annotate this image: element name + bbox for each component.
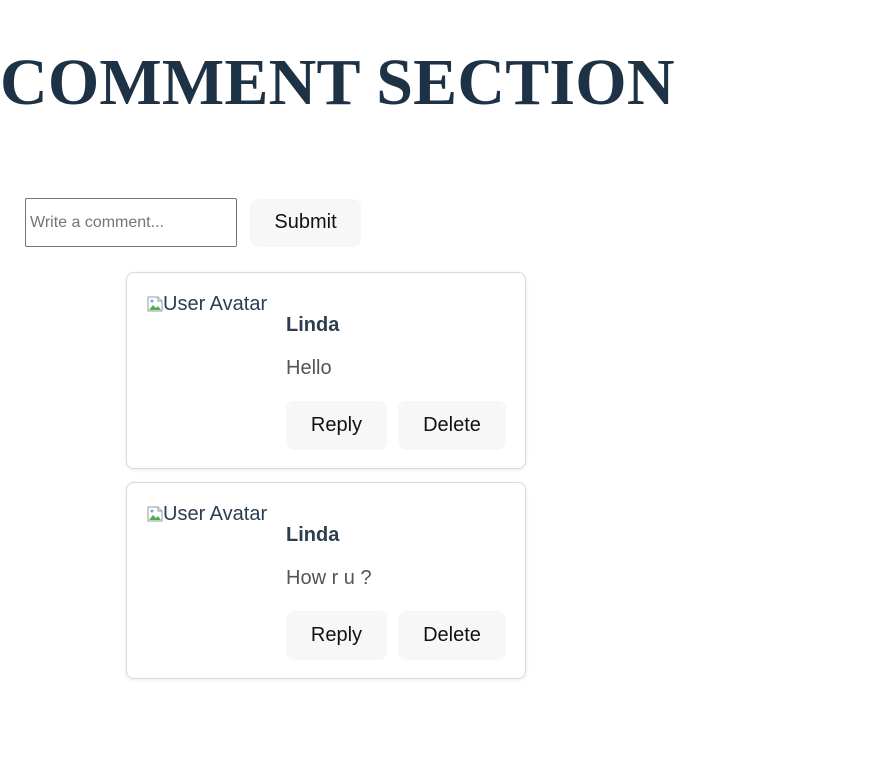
broken-image-icon <box>147 295 163 312</box>
comment-card: User Avatar Linda Hello Reply Delete <box>126 272 526 469</box>
avatar: User Avatar <box>147 293 267 315</box>
comment-author: Linda <box>286 524 340 546</box>
delete-button[interactable]: Delete <box>398 611 506 660</box>
comment-input[interactable] <box>25 198 237 247</box>
avatar-alt-text: User Avatar <box>163 293 268 315</box>
avatar-alt-text: User Avatar <box>163 503 268 525</box>
reply-button[interactable]: Reply <box>286 611 387 660</box>
comment-actions: Reply Delete <box>286 401 506 450</box>
comment-text: Hello <box>286 357 332 379</box>
broken-image-icon <box>147 505 163 522</box>
comment-body: Linda How r u ? Reply Delete <box>286 523 506 660</box>
delete-button[interactable]: Delete <box>398 401 506 450</box>
avatar: User Avatar <box>147 503 267 525</box>
comment-author: Linda <box>286 314 340 336</box>
comment-card: User Avatar Linda How r u ? Reply Delete <box>126 482 526 679</box>
page-title: COMMENT SECTION <box>0 46 675 119</box>
comment-text: How r u ? <box>286 567 372 589</box>
submit-button[interactable]: Submit <box>250 198 361 247</box>
reply-button[interactable]: Reply <box>286 401 387 450</box>
comment-form: Submit <box>25 198 361 247</box>
comment-actions: Reply Delete <box>286 611 506 660</box>
comment-body: Linda Hello Reply Delete <box>286 313 506 450</box>
